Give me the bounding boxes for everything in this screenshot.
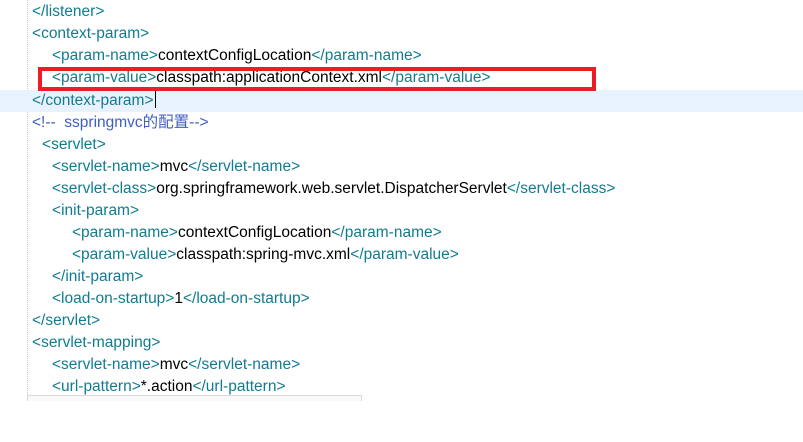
open-tag: <servlet-class> (52, 180, 157, 197)
close-tag: </servlet-name> (188, 158, 301, 175)
close-tag: </servlet-name> (188, 356, 301, 373)
close-tag: </param-name> (331, 224, 442, 241)
code-line[interactable]: <param-name>contextConfigLocation</param… (0, 222, 803, 244)
xml-comment: <!-- sspringmvc的配置--> (32, 114, 209, 131)
current-code-line[interactable]: </context-param> (0, 90, 803, 112)
code-line[interactable]: <servlet-name>mvc</servlet-name> (0, 156, 803, 178)
closing-tag-open-bracket: </ (52, 268, 66, 285)
tag-open-bracket: < (42, 136, 52, 153)
tag-open-bracket: < (32, 334, 42, 351)
element-text: contextConfigLocation (157, 47, 312, 64)
code-line[interactable]: <!-- sspringmvc的配置--> (0, 112, 803, 134)
code-line[interactable]: <init-param> (0, 200, 803, 222)
tag-name: servlet (51, 136, 97, 153)
code-line[interactable]: </init-param> (0, 266, 803, 288)
tag-name: init-param (61, 202, 130, 219)
tag-name: servlet (45, 312, 92, 329)
element-text: classpath:spring-mvc.xml (176, 246, 351, 263)
code-line[interactable]: <context-param> (0, 23, 803, 45)
close-tag: </param-value> (350, 246, 459, 263)
open-tag: <load-on-startup> (52, 290, 175, 307)
tag-open-bracket: < (52, 202, 62, 219)
horizontal-scrollbar[interactable] (27, 395, 362, 401)
tag-name: listener (45, 3, 96, 20)
code-line[interactable]: </listener> (0, 1, 803, 23)
tag-close-bracket: > (151, 334, 161, 351)
code-line[interactable]: <servlet-name>mvc</servlet-name> (0, 354, 803, 376)
tag-close-bracket: > (96, 136, 106, 153)
tag-close-bracket: > (134, 268, 144, 285)
closing-tag-open-bracket: </ (32, 3, 46, 20)
code-line[interactable]: <load-on-startup>1</load-on-startup> (0, 288, 803, 310)
element-text: *.action (140, 378, 193, 395)
tag-name: context-param (41, 25, 141, 42)
code-line[interactable]: </servlet> (0, 310, 803, 332)
close-tag: </load-on-startup> (182, 290, 310, 307)
open-tag: <servlet-name> (52, 356, 160, 373)
element-text: contextConfigLocation (177, 224, 332, 241)
close-tag: </param-name> (311, 47, 422, 64)
tag-open-bracket: < (32, 25, 42, 42)
text-cursor (154, 91, 156, 108)
element-text: org.springframework.web.servlet.Dispatch… (156, 180, 507, 197)
tag-close-bracket: > (95, 3, 105, 20)
code-line[interactable]: <param-value>classpath:spring-mvc.xml</p… (0, 244, 803, 266)
open-tag: <param-name> (72, 224, 178, 241)
element-text: mvc (159, 356, 189, 373)
code-line[interactable]: <servlet-class>org.springframework.web.s… (0, 178, 803, 200)
red-annotation-box (38, 67, 596, 91)
code-line[interactable]: <servlet> (0, 134, 803, 156)
open-tag: <servlet-name> (52, 158, 160, 175)
element-text: mvc (159, 158, 189, 175)
tag-name: context-param (45, 92, 145, 109)
code-line[interactable]: <param-name>contextConfigLocation</param… (0, 45, 803, 67)
code-line[interactable]: <servlet-mapping> (0, 332, 803, 354)
closing-tag-open-bracket: </ (32, 312, 46, 329)
tag-close-bracket: > (140, 25, 150, 42)
close-tag: </servlet-class> (506, 180, 616, 197)
open-tag: <param-value> (72, 246, 177, 263)
tag-name: init-param (65, 268, 135, 285)
closing-tag-open-bracket: </ (32, 92, 46, 109)
tag-close-bracket: > (144, 92, 154, 109)
xml-editor[interactable]: </listener> <context-param> <param-name>… (0, 0, 803, 401)
open-tag: <url-pattern> (52, 378, 141, 395)
open-tag: <param-name> (52, 47, 158, 64)
tag-name: servlet-mapping (41, 334, 152, 351)
close-tag: </url-pattern> (192, 378, 286, 395)
element-text: 1 (174, 290, 183, 307)
tag-close-bracket: > (129, 202, 140, 219)
tag-close-bracket: > (91, 312, 101, 329)
